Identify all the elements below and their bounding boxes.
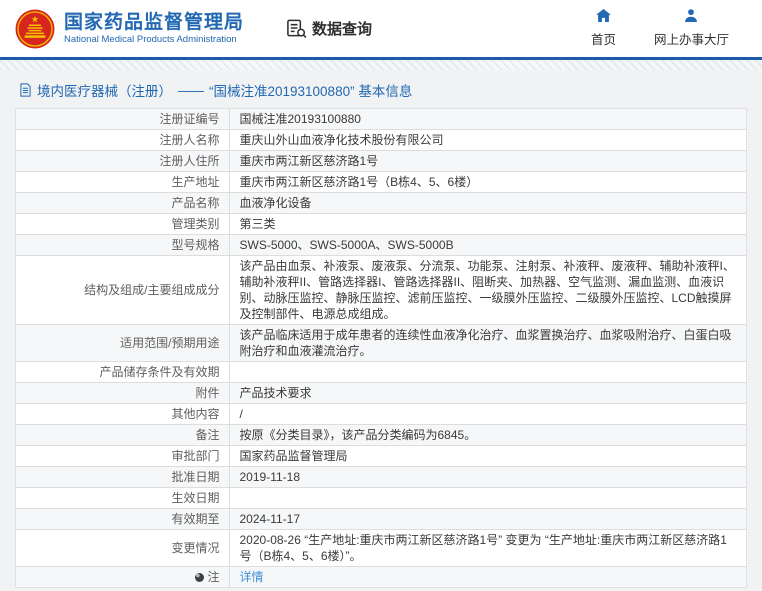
- site-header: 国家药品监督管理局 National Medical Products Admi…: [0, 0, 762, 57]
- table-row: 注详情: [16, 567, 746, 588]
- field-value: [229, 362, 746, 383]
- document-search-icon: [286, 18, 307, 39]
- nav-label-service-hall: 网上办事大厅: [654, 29, 729, 48]
- nav-item-home[interactable]: 首页: [591, 9, 616, 48]
- agency-title-block: 国家药品监督管理局 National Medical Products Admi…: [64, 12, 244, 46]
- field-label: 注册证编号: [16, 109, 229, 130]
- field-value: SWS-5000、SWS-5000A、SWS-5000B: [229, 235, 746, 256]
- table-row: 注册人住所重庆市两江新区慈济路1号: [16, 151, 746, 172]
- field-label: 注: [16, 567, 229, 588]
- table-row: 型号规格SWS-5000、SWS-5000A、SWS-5000B: [16, 235, 746, 256]
- table-row: 附件产品技术要求: [16, 383, 746, 404]
- field-label: 变更情况: [16, 530, 229, 567]
- field-value: 按原《分类目录》，该产品分类编码为6845。: [229, 425, 746, 446]
- top-nav: 首页 网上办事大厅: [591, 9, 747, 48]
- field-label: 适用范围/预期用途: [16, 325, 229, 362]
- field-value: 重庆市两江新区慈济路1号: [229, 151, 746, 172]
- nmpa-emblem-logo[interactable]: [15, 9, 55, 49]
- striped-band: [0, 60, 762, 70]
- table-row: 备注按原《分类目录》，该产品分类编码为6845。: [16, 425, 746, 446]
- registration-info-table-box: 注册证编号国械注准20193100880注册人名称重庆山外山血液净化技术股份有限…: [15, 108, 747, 588]
- field-label: 注册人住所: [16, 151, 229, 172]
- field-value: 该产品临床适用于成年患者的连续性血液净化治疗、血浆置换治疗、血浆吸附治疗、白蛋白…: [229, 325, 746, 362]
- table-row: 注册人名称重庆山外山血液净化技术股份有限公司: [16, 130, 746, 151]
- field-value: 该产品由血泵、补液泵、废液泵、分流泵、功能泵、注射泵、补液秤、废液秤、辅助补液秤…: [229, 256, 746, 325]
- breadcrumb-section: 境内医疗器械（注册）: [37, 80, 172, 100]
- table-row: 生效日期: [16, 488, 746, 509]
- field-value: 产品技术要求: [229, 383, 746, 404]
- field-value: [229, 488, 746, 509]
- detail-link[interactable]: 详情: [240, 570, 264, 584]
- document-icon: [20, 83, 31, 97]
- field-value: 2020-08-26 “生产地址:重庆市两江新区慈济路1号” 变更为 “生产地址…: [229, 530, 746, 567]
- nav-item-service-hall[interactable]: 网上办事大厅: [654, 9, 729, 48]
- user-icon: [684, 9, 698, 27]
- field-value: 国家药品监督管理局: [229, 446, 746, 467]
- field-label: 生产地址: [16, 172, 229, 193]
- field-label: 结构及组成/主要组成成分: [16, 256, 229, 325]
- field-value: 第三类: [229, 214, 746, 235]
- nav-label-home: 首页: [591, 29, 616, 48]
- table-row: 有效期至2024-11-17: [16, 509, 746, 530]
- breadcrumb-separator: ——: [178, 83, 203, 98]
- registration-info-table: 注册证编号国械注准20193100880注册人名称重庆山外山血液净化技术股份有限…: [16, 109, 746, 587]
- field-label: 审批部门: [16, 446, 229, 467]
- field-value: 2019-11-18: [229, 467, 746, 488]
- field-label: 产品储存条件及有效期: [16, 362, 229, 383]
- data-query-label: 数据查询: [312, 18, 372, 39]
- field-label: 生效日期: [16, 488, 229, 509]
- field-value: 详情: [229, 567, 746, 588]
- field-label: 批准日期: [16, 467, 229, 488]
- home-icon: [596, 9, 611, 27]
- breadcrumb-detail: “国械注准20193100880” 基本信息: [209, 80, 412, 100]
- field-label: 型号规格: [16, 235, 229, 256]
- table-row: 管理类别第三类: [16, 214, 746, 235]
- table-row: 审批部门国家药品监督管理局: [16, 446, 746, 467]
- field-value: 2024-11-17: [229, 509, 746, 530]
- table-row: 结构及组成/主要组成成分该产品由血泵、补液泵、废液泵、分流泵、功能泵、注射泵、补…: [16, 256, 746, 325]
- field-label: 其他内容: [16, 404, 229, 425]
- agency-name-en: National Medical Products Administration: [64, 34, 244, 46]
- agency-name-cn: 国家药品监督管理局: [64, 12, 244, 34]
- table-row: 产品名称血液净化设备: [16, 193, 746, 214]
- field-value: 重庆市两江新区慈济路1号（B栋4、5、6楼）: [229, 172, 746, 193]
- field-value: 血液净化设备: [229, 193, 746, 214]
- field-value: 重庆山外山血液净化技术股份有限公司: [229, 130, 746, 151]
- table-row: 生产地址重庆市两江新区慈济路1号（B栋4、5、6楼）: [16, 172, 746, 193]
- table-row: 产品储存条件及有效期: [16, 362, 746, 383]
- pin-circle-icon: [195, 573, 204, 582]
- field-label: 附件: [16, 383, 229, 404]
- table-row: 变更情况2020-08-26 “生产地址:重庆市两江新区慈济路1号” 变更为 “…: [16, 530, 746, 567]
- field-label: 有效期至: [16, 509, 229, 530]
- field-value: 国械注准20193100880: [229, 109, 746, 130]
- table-row: 其他内容/: [16, 404, 746, 425]
- field-label: 管理类别: [16, 214, 229, 235]
- table-row: 适用范围/预期用途该产品临床适用于成年患者的连续性血液净化治疗、血浆置换治疗、血…: [16, 325, 746, 362]
- field-label: 备注: [16, 425, 229, 446]
- main-content: 境内医疗器械（注册） —— “国械注准20193100880” 基本信息 注册证…: [0, 70, 762, 591]
- info-table-body: 注册证编号国械注准20193100880注册人名称重庆山外山血液净化技术股份有限…: [16, 109, 746, 587]
- table-row: 批准日期2019-11-18: [16, 467, 746, 488]
- data-query-tab[interactable]: 数据查询: [286, 18, 372, 39]
- field-label: 产品名称: [16, 193, 229, 214]
- field-label: 注册人名称: [16, 130, 229, 151]
- breadcrumb: 境内医疗器械（注册） —— “国械注准20193100880” 基本信息: [15, 70, 747, 108]
- table-row: 注册证编号国械注准20193100880: [16, 109, 746, 130]
- field-value: /: [229, 404, 746, 425]
